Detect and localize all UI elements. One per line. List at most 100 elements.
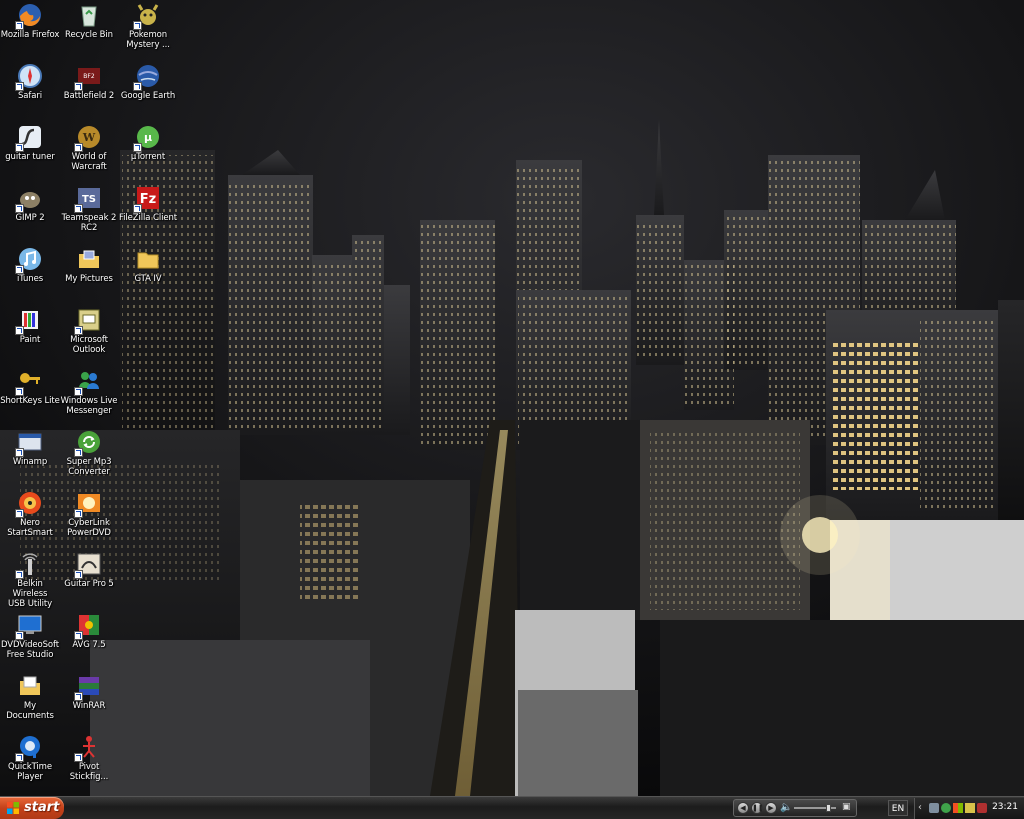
previous-icon[interactable]: ◀ xyxy=(737,802,749,814)
restore-player-icon[interactable]: ▣ xyxy=(842,802,851,812)
shortcut-arrow-icon xyxy=(15,448,24,457)
desktop-shortcut-filezilla[interactable]: Fz FileZilla Client xyxy=(118,185,178,243)
desktop-shortcut-wireless[interactable]: Belkin Wireless USB Utility xyxy=(0,551,60,609)
desktop-shortcut-label: Pivot Stickfig... xyxy=(69,762,109,782)
volume-slider-knob[interactable] xyxy=(825,804,831,812)
desktop-shortcut-folder[interactable]: GTA IV xyxy=(118,246,178,304)
messenger-tray-icon[interactable] xyxy=(941,803,951,813)
desktop-shortcut-label: Mozilla Firefox xyxy=(0,30,60,40)
media-player-toolbar: ◀ ❚❚ ▶ 🔈 ▣ xyxy=(733,799,857,817)
desktop-shortcut-label: ShortKeys Lite xyxy=(0,396,60,406)
desktop-shortcut-documents[interactable]: My Documents xyxy=(0,673,60,731)
quicktime-icon xyxy=(15,734,43,762)
desktop-shortcut-label: Pokemon Mystery ... xyxy=(126,30,170,50)
svg-text:Fz: Fz xyxy=(140,192,156,207)
desktop-shortcut-teamspeak[interactable]: TS Teamspeak 2 RC2 xyxy=(59,185,119,243)
winrar-icon xyxy=(74,673,102,701)
desktop-shortcut-label: Safari xyxy=(17,91,43,101)
desktop-shortcut-quicktime[interactable]: QuickTime Player xyxy=(0,734,60,792)
desktop-shortcut-label: Recycle Bin xyxy=(65,30,113,40)
desktop-shortcut-label: AVG 7.5 xyxy=(72,640,106,650)
windows-logo-icon xyxy=(7,802,19,814)
shortcut-arrow-icon xyxy=(15,143,24,152)
desktop-shortcut-messenger[interactable]: Windows Live Messenger xyxy=(59,368,119,426)
key-icon xyxy=(15,368,43,396)
desktop: Mozilla Firefox Safari guitar tuner GIMP 2 i… xyxy=(0,0,1024,819)
speaker-icon[interactable]: 🔈 xyxy=(780,802,792,813)
desktop-shortcut-pokemon[interactable]: Pokemon Mystery ... xyxy=(118,2,178,60)
desktop-shortcut-safari[interactable]: Safari xyxy=(0,63,60,121)
network-icon[interactable] xyxy=(929,803,939,813)
show-hidden-icons-icon[interactable]: ‹ xyxy=(918,802,922,813)
desktop-shortcut-gimp[interactable]: GIMP 2 xyxy=(0,185,60,243)
desktop-shortcut-firefox[interactable]: Mozilla Firefox xyxy=(0,2,60,60)
desktop-shortcut-label: µTorrent xyxy=(130,152,166,162)
desktop-shortcut-powerdvd[interactable]: CyberLink PowerDVD xyxy=(59,490,119,548)
next-icon[interactable]: ▶ xyxy=(765,802,777,814)
converter-icon xyxy=(74,429,102,457)
desktop-shortcut-pictures-folder[interactable]: My Pictures xyxy=(59,246,119,304)
desktop-shortcut-label: guitar tuner xyxy=(5,152,55,162)
desktop-shortcut-key[interactable]: ShortKeys Lite xyxy=(0,368,60,426)
desktop-shortcut-label: FileZilla Client xyxy=(118,213,178,223)
desktop-shortcut-utorrent[interactable]: µ µTorrent xyxy=(118,124,178,182)
shortcut-arrow-icon xyxy=(15,570,24,579)
desktop-shortcut-label: My Documents xyxy=(6,701,54,721)
desktop-shortcut-label: Paint xyxy=(19,335,41,345)
svg-text:TS: TS xyxy=(82,194,96,205)
shortcut-arrow-icon xyxy=(15,204,24,213)
shortcut-arrow-icon xyxy=(15,509,24,518)
desktop-shortcut-warcraft[interactable]: W World of Warcraft xyxy=(59,124,119,182)
shortcut-arrow-icon xyxy=(15,265,24,274)
desktop-shortcut-winamp[interactable]: Winamp xyxy=(0,429,60,487)
pictures-folder-icon xyxy=(76,246,102,272)
shortcut-arrow-icon xyxy=(133,143,142,152)
desktop-shortcut-monitor[interactable]: DVDVideoSoft Free Studio xyxy=(0,612,60,670)
outlook-icon xyxy=(74,307,102,335)
nero-icon xyxy=(15,490,43,518)
clock[interactable]: 23:21 xyxy=(992,802,1018,812)
desktop-shortcut-label: Winamp xyxy=(12,457,48,467)
desktop-shortcut-battlefield[interactable]: BF2 Battlefield 2 xyxy=(59,63,119,121)
shortcut-arrow-icon xyxy=(74,753,83,762)
desktop-shortcut-label: WinRAR xyxy=(72,701,106,711)
speaker-tray-icon[interactable] xyxy=(965,803,975,813)
start-button[interactable]: start xyxy=(0,797,64,819)
desktop-shortcut-google-earth[interactable]: Google Earth xyxy=(118,63,178,121)
desktop-shortcut-label: GIMP 2 xyxy=(15,213,45,223)
desktop-shortcut-itunes[interactable]: iTunes xyxy=(0,246,60,304)
language-indicator[interactable]: EN xyxy=(888,800,908,816)
desktop-shortcut-recycle-bin[interactable]: Recycle Bin xyxy=(59,2,119,60)
desktop-shortcut-flash[interactable]: guitar tuner xyxy=(0,124,60,182)
desktop-shortcut-paint[interactable]: Paint xyxy=(0,307,60,365)
desktop-shortcut-outlook[interactable]: Microsoft Outlook xyxy=(59,307,119,365)
desktop-shortcut-nero[interactable]: Nero StartSmart xyxy=(0,490,60,548)
desktop-shortcut-guitar-pro[interactable]: Guitar Pro 5 xyxy=(59,551,119,609)
pause-icon[interactable]: ❚❚ xyxy=(751,802,764,814)
shortcut-arrow-icon xyxy=(74,692,83,701)
flag-tray-icon[interactable] xyxy=(953,803,963,813)
desktop-shortcut-label: iTunes xyxy=(16,274,44,284)
shortcut-arrow-icon xyxy=(15,753,24,762)
svg-text:BF2: BF2 xyxy=(83,73,95,80)
desktop-shortcut-stickfigure[interactable]: Pivot Stickfig... xyxy=(59,734,119,792)
shortcut-arrow-icon xyxy=(15,387,24,396)
desktop-shortcut-label: Teamspeak 2 RC2 xyxy=(61,213,117,233)
desktop-shortcut-label: Google Earth xyxy=(120,91,176,101)
shortcut-arrow-icon xyxy=(74,143,83,152)
shortcut-arrow-icon xyxy=(74,82,83,91)
paint-icon xyxy=(15,307,43,335)
desktop-shortcut-winrar[interactable]: WinRAR xyxy=(59,673,119,731)
desktop-shortcut-label: World of Warcraft xyxy=(71,152,107,172)
shortcut-arrow-icon xyxy=(74,326,83,335)
desktop-shortcut-label: My Pictures xyxy=(65,274,113,284)
desktop-shortcut-avg[interactable]: AVG 7.5 xyxy=(59,612,119,670)
shortcut-arrow-icon xyxy=(74,570,83,579)
google-earth-icon xyxy=(133,63,161,91)
stickfigure-icon xyxy=(74,734,102,762)
shield-tray-icon[interactable] xyxy=(977,803,987,813)
desktop-shortcut-label: Super Mp3 Converter xyxy=(66,457,112,477)
desktop-shortcut-label: DVDVideoSoft Free Studio xyxy=(1,640,59,660)
desktop-shortcut-converter[interactable]: Super Mp3 Converter xyxy=(59,429,119,487)
pokemon-icon xyxy=(133,2,161,30)
